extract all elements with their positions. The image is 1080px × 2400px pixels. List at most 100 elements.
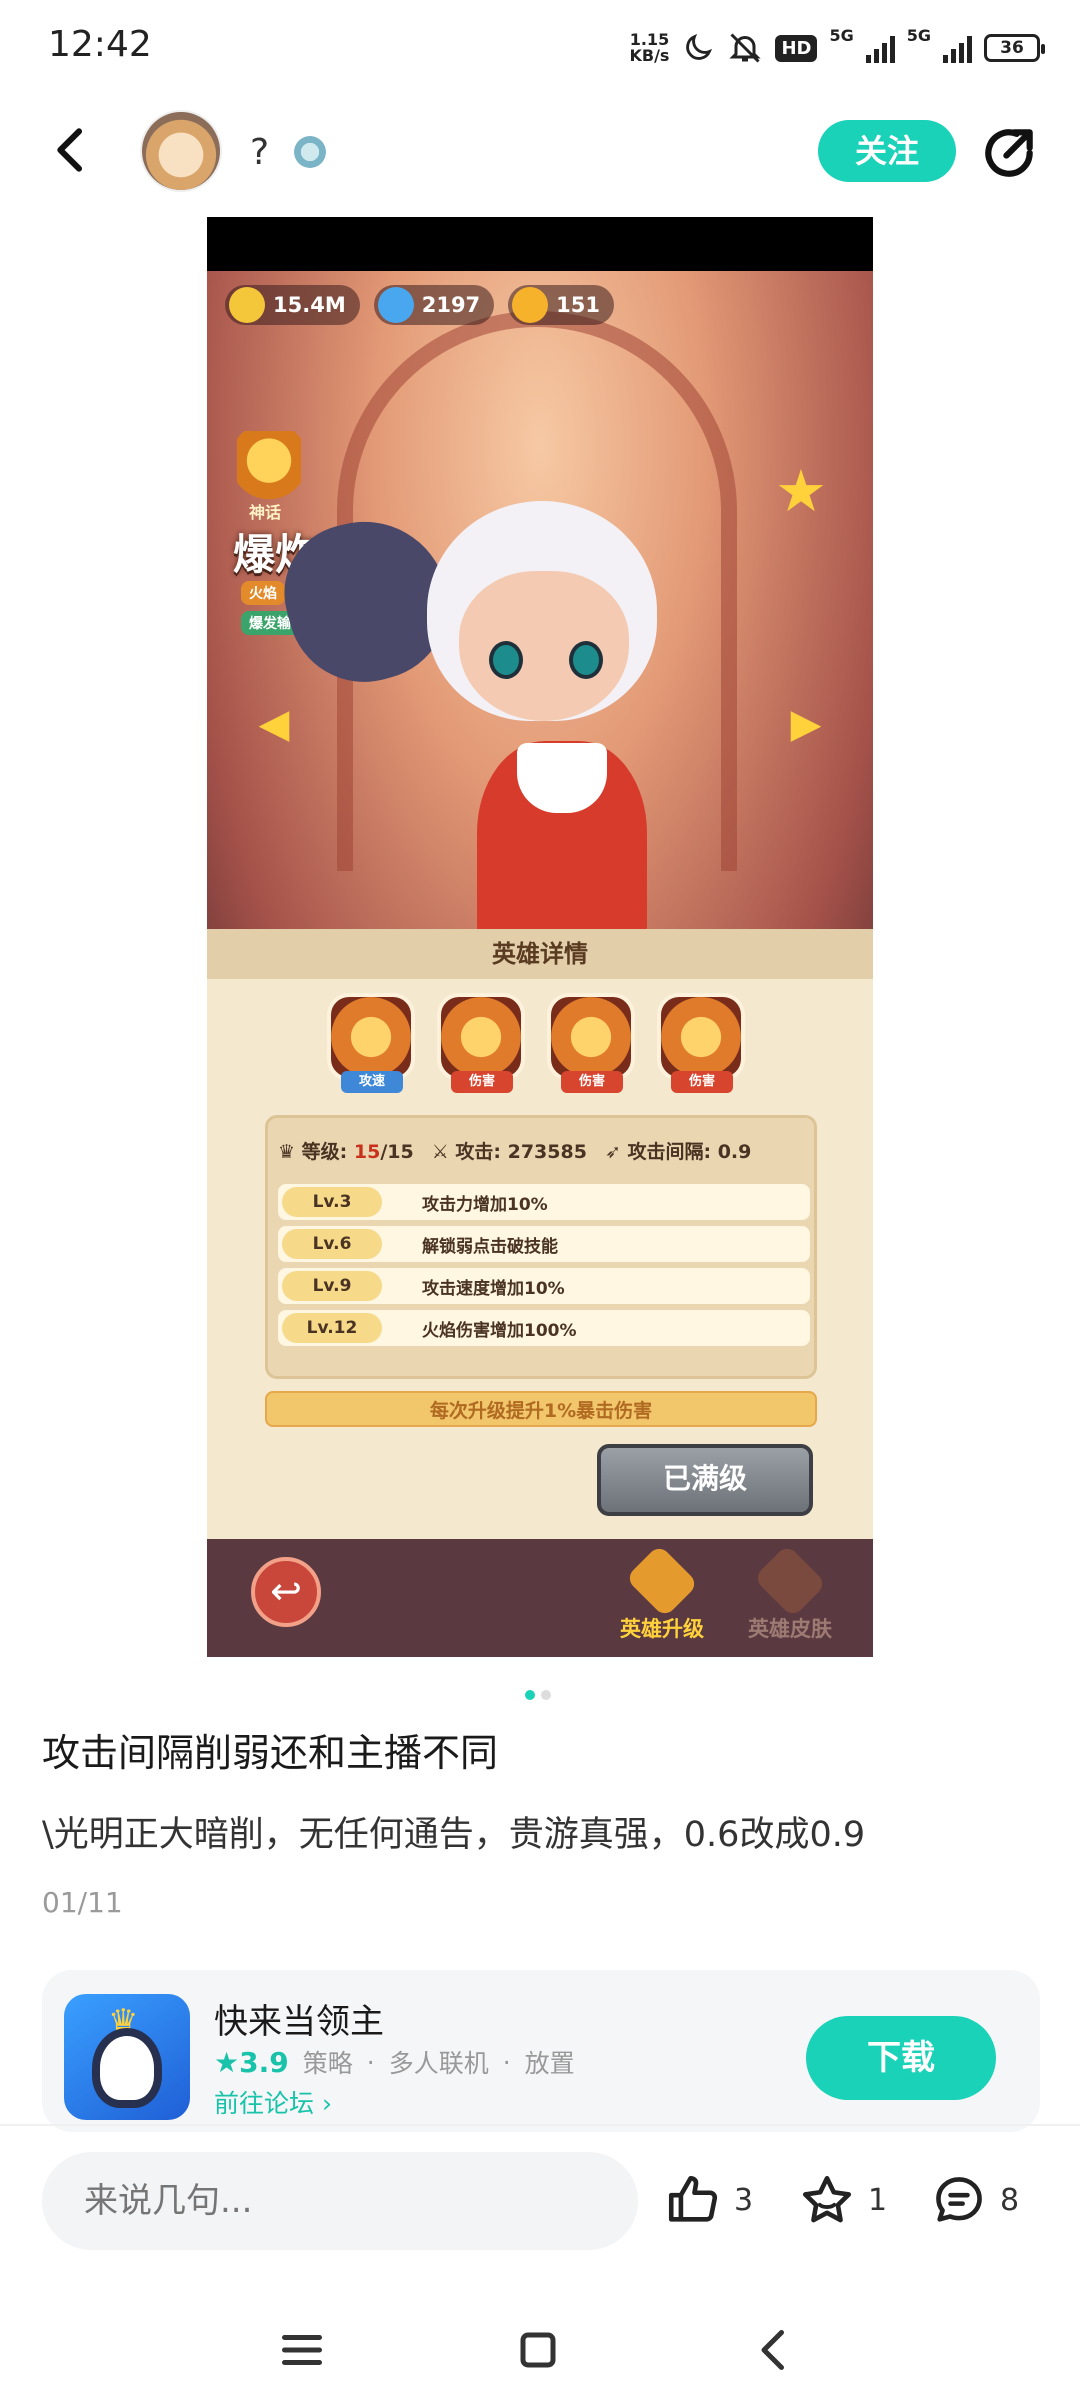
perk-text: 火焰伤害增加100% (422, 1320, 577, 1341)
skill-list: 攻速 伤害 伤害 伤害 (327, 993, 747, 1093)
app-card[interactable]: ♛ 快来当领主 ★3.9 策略 · 多人联机 · 放置 前往论坛 › 下载 (42, 1970, 1040, 2132)
skill-2-icon (437, 993, 525, 1081)
penguin-icon (92, 2028, 162, 2108)
app-name[interactable]: 快来当领主 (214, 1994, 384, 2043)
forum-link[interactable]: 前往论坛 › (214, 2084, 332, 2120)
crown-amount: 151 (556, 293, 601, 317)
comment-icon (936, 2177, 982, 2222)
perk-row-1: Lv.3 攻击力增加10% (278, 1184, 810, 1220)
system-navigation-bar (0, 2300, 1080, 2400)
status-time: 12:42 (48, 24, 152, 65)
pager-dot-active (525, 1690, 535, 1700)
network-speed: 1.15 KB/s (629, 32, 669, 64)
resource-bar: 15.4M 2197 151 (225, 285, 615, 325)
menu-icon[interactable] (272, 2320, 332, 2380)
maxed-button[interactable]: 已满级 (597, 1444, 813, 1516)
network-label-1: 5G (829, 26, 854, 45)
crystal-resource: 2197 (373, 285, 495, 325)
network-speed-unit: KB/s (629, 46, 670, 65)
follow-button[interactable]: 关注 (818, 120, 956, 182)
level-stat: ♛ 等级: 15/15 (278, 1140, 414, 1163)
attack-interval-value: 攻击间隔: 0.9 (627, 1140, 752, 1163)
skill-3-tag: 伤害 (561, 1071, 623, 1093)
post-body: \光明正大暗削，无任何通告，贵游真强，0.6改成0.9 (42, 1815, 866, 1855)
skill-4-icon (657, 993, 745, 1081)
app-rating: ★3.9 (214, 2045, 289, 2079)
user-name[interactable]: ? (250, 132, 269, 173)
divider (0, 2124, 1080, 2126)
star-icon (802, 2175, 852, 2223)
stats-box: ♛ 等级: 15/15 ⚔ 攻击: 273585 ➶ 攻击间隔: 0.9 Lv.… (265, 1115, 817, 1379)
skin-shirt-icon (753, 1544, 827, 1618)
character-eye-left (489, 641, 523, 679)
skill-4[interactable]: 伤害 (657, 993, 747, 1093)
comment-button[interactable]: 8 (930, 2170, 1019, 2230)
favorite-button[interactable]: 1 (798, 2170, 887, 2230)
perk-level: Lv.3 (282, 1187, 382, 1217)
signal-icon-1 (865, 33, 895, 63)
gold-amount: 15.4M (273, 293, 346, 317)
interval-stat: ➶ 攻击间隔: 0.9 (604, 1140, 752, 1163)
perk-text: 攻击速度增加10% (422, 1278, 565, 1299)
favorite-star-icon[interactable]: ★ (771, 461, 831, 521)
app-category: 多人联机 (388, 2049, 489, 2078)
download-button[interactable]: 下载 (806, 2016, 996, 2100)
comment-count: 8 (1000, 2182, 1020, 2218)
home-icon[interactable] (508, 2320, 568, 2380)
like-icon (668, 2175, 718, 2222)
perk-level: Lv.12 (282, 1313, 382, 1343)
network-label-2: 5G (906, 26, 931, 45)
share-icon[interactable] (978, 122, 1040, 184)
perk-level: Lv.6 (282, 1229, 382, 1259)
post-date: 01/11 (42, 1886, 123, 1919)
favorite-count: 1 (868, 2182, 888, 2218)
upgrade-arrow-icon (625, 1544, 699, 1618)
next-hero-arrow-icon[interactable]: ▶ (789, 701, 823, 747)
separator: · (502, 2047, 511, 2077)
perk-level: Lv.9 (282, 1271, 382, 1301)
level-label: 等级: (301, 1140, 348, 1163)
skill-2[interactable]: 伤害 (437, 993, 527, 1093)
hero-upgrade-label: 英雄升级 (620, 1617, 704, 1641)
app-category: 放置 (524, 2049, 575, 2078)
post-image[interactable]: 15.4M 2197 151 神话 爆炸咪 火焰 远程 爆发输出 ★ ◀ ▶ 形… (207, 217, 873, 1657)
perk-row-3: Lv.9 攻击速度增加10% (278, 1268, 810, 1304)
skill-3[interactable]: 伤害 (547, 993, 637, 1093)
mute-icon (729, 33, 762, 63)
attack-stat: ⚔ 攻击: 273585 (431, 1140, 587, 1163)
perk-text: 解锁弱点击破技能 (422, 1236, 558, 1257)
separator: · (366, 2047, 375, 2077)
skill-1-icon (327, 993, 415, 1081)
level-value: 15 (353, 1140, 381, 1163)
perk-row-2: Lv.6 解锁弱点击破技能 (278, 1226, 810, 1262)
crown-resource: 151 (508, 285, 615, 325)
app-icon[interactable]: ♛ (64, 1994, 190, 2120)
status-icons: 1.15 KB/s HD 5G 5G 36 (629, 26, 1045, 70)
back-arrow-icon[interactable] (44, 122, 100, 178)
crystal-icon (377, 287, 414, 323)
skill-1[interactable]: 攻速 (327, 993, 417, 1093)
hd-badge: HD (775, 34, 818, 62)
hero-upgrade-button[interactable]: 英雄升级 (607, 1544, 717, 1647)
back-icon[interactable] (744, 2320, 804, 2380)
chevron-right-icon: › (321, 2089, 332, 2118)
prev-hero-arrow-icon[interactable]: ◀ (257, 701, 291, 747)
level-max: /15 (380, 1140, 414, 1163)
avatar[interactable] (140, 110, 222, 192)
game-back-icon[interactable]: ↩ (251, 1557, 321, 1627)
character-eye-right (569, 641, 603, 679)
pager-dot (541, 1690, 551, 1700)
detail-title: 英雄详情 (207, 929, 873, 979)
gold-coin-icon (229, 287, 265, 323)
perk-text: 攻击力增加10% (422, 1194, 548, 1215)
like-count: 3 (734, 2182, 754, 2218)
character-apron (517, 743, 607, 813)
app-rating-value: 3.9 (239, 2045, 289, 2079)
skill-4-tag: 伤害 (671, 1071, 733, 1093)
status-bar: 12:42 1.15 KB/s HD 5G 5G 36 (0, 0, 1080, 96)
like-button[interactable]: 3 (664, 2170, 753, 2230)
user-badge-icon (294, 136, 326, 168)
comment-input[interactable] (42, 2152, 638, 2250)
app-category: 策略 (302, 2049, 353, 2078)
hero-skin-button[interactable]: 英雄皮肤 (735, 1544, 845, 1647)
